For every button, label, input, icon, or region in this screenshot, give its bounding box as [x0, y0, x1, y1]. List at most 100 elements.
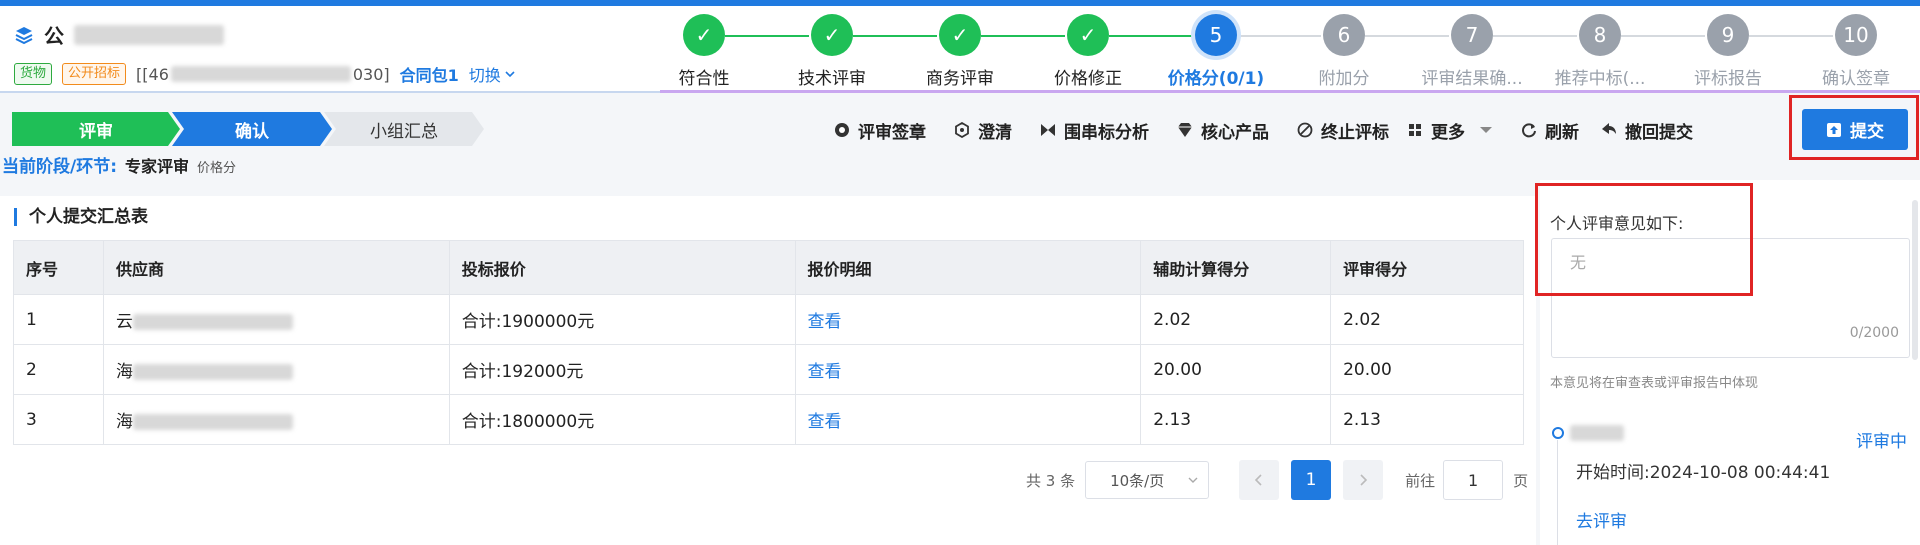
package-name: 合同包1 [399, 66, 459, 85]
col-header-aux-score: 辅助计算得分 [1140, 240, 1332, 295]
cell-no: 1 [13, 294, 104, 345]
step-label: 商务评审 [926, 69, 994, 89]
pagination: 共 3 条 10条/页 1 前往 1 页 [1026, 460, 1528, 500]
step-label: 推荐中标(... [1554, 69, 1646, 89]
section-title: 个人提交汇总表 [14, 208, 148, 226]
current-stage: 当前阶段/环节: 专家评审 价格分 [2, 152, 236, 177]
redacted-supplier [132, 314, 293, 330]
flow-step-summary[interactable]: 小组汇总 [324, 112, 484, 146]
cell-price: 合计:1800000元 [448, 394, 796, 445]
step-recommend-winner[interactable]: 8 推荐中标(... [1536, 14, 1664, 89]
project-title-row: 公 [14, 20, 224, 49]
sign-button[interactable]: 评审签章 [834, 118, 926, 143]
flow-breadcrumb: 评审 确认 小组汇总 [12, 112, 484, 146]
clarify-label: 澄清 [978, 122, 1012, 143]
refresh-label: 刷新 [1545, 122, 1579, 143]
step-business-review[interactable]: ✓ 商务评审 [896, 14, 1024, 89]
step-technical-review[interactable]: ✓ 技术评审 [768, 14, 896, 89]
layers-icon [15, 26, 33, 44]
project-code-suffix: 030] [352, 64, 390, 84]
go-review-link[interactable]: 去评审 [1576, 507, 1627, 532]
reviewer-row [1552, 425, 1624, 441]
chevron-left-icon [1254, 474, 1262, 486]
step-evaluation-report[interactable]: 9 评标报告 [1664, 14, 1792, 89]
check-icon: ✓ [939, 14, 981, 56]
step-number: 6 [1323, 14, 1365, 56]
prev-page-button[interactable] [1239, 460, 1280, 500]
submit-button[interactable]: 提交 [1802, 109, 1908, 150]
redacted-supplier [132, 414, 293, 430]
check-icon: ✓ [811, 14, 853, 56]
stage-value: 专家评审 [125, 157, 190, 176]
page-number-current[interactable]: 1 [1291, 460, 1332, 500]
table-row: 3 海 合计:1800000元 查看 2.13 2.13 [13, 394, 1524, 445]
cell-score: 2.02 [1330, 294, 1524, 345]
stop-circle-icon [1297, 122, 1313, 138]
hexagon-icon [955, 122, 969, 138]
stepper-underline [660, 90, 1920, 93]
project-title: 公 [44, 24, 64, 48]
cell-score: 20.00 [1330, 344, 1524, 395]
cell-no: 2 [13, 344, 104, 395]
redacted-reviewer-name [1570, 425, 1624, 441]
pager-total: 共 3 条 [1026, 471, 1076, 490]
cell-price: 合计:192000元 [448, 344, 796, 395]
tag-goods: 货物 [14, 63, 53, 85]
view-detail-link[interactable]: 查看 [794, 344, 1142, 395]
cell-score: 2.13 [1330, 394, 1524, 445]
switch-package-button[interactable]: 切换 [469, 62, 516, 86]
opinion-hint: 本意见将在审查表或评审报告中体现 [1550, 376, 1759, 391]
step-label: 价格修正 [1054, 69, 1122, 89]
cell-aux-score: 20.00 [1140, 344, 1332, 395]
goto-page-input[interactable]: 1 [1443, 460, 1504, 500]
stage-key: 当前阶段/环节: [2, 157, 118, 177]
progress-stepper: ✓ 符合性 ✓ 技术评审 ✓ 商务评审 ✓ 价格修正 5 价格分(0/1) 6 … [640, 14, 1920, 90]
page-size-select[interactable]: 10条/页 [1085, 461, 1210, 499]
step-label: 符合性 [678, 69, 730, 89]
tag-open-tender: 公开招标 [62, 63, 127, 85]
view-detail-link[interactable]: 查看 [794, 394, 1142, 445]
header-accent-bar [0, 0, 1920, 6]
grid-icon [1409, 124, 1421, 136]
withdraw-button[interactable]: 撤回提交 [1601, 118, 1693, 143]
seal-icon [835, 123, 849, 137]
header-divider [0, 91, 660, 93]
table-row: 2 海 合计:192000元 查看 20.00 20.00 [13, 344, 1524, 395]
step-number: 8 [1579, 14, 1621, 56]
withdraw-label: 撤回提交 [1625, 122, 1693, 143]
col-header-price: 投标报价 [448, 240, 796, 295]
stage-sub: 价格分 [197, 161, 237, 176]
step-result-confirm[interactable]: 7 评审结果确... [1408, 14, 1536, 89]
table-header-row: 序号 供应商 投标报价 报价明细 辅助计算得分 评审得分 [13, 240, 1524, 295]
step-compliance[interactable]: ✓ 符合性 [640, 14, 768, 89]
step-confirm-signature[interactable]: 10 确认签章 [1792, 14, 1920, 89]
timeline-dot [1552, 427, 1564, 439]
project-meta-row: 货物 公开招标 [[46 030] 合同包1 切换 [14, 62, 516, 86]
flow-step-review[interactable]: 评审 [12, 112, 180, 146]
bid-analysis-button[interactable]: 围串标分析 [1040, 118, 1149, 143]
chevron-right-icon [1360, 474, 1368, 486]
col-header-score: 评审得分 [1330, 240, 1524, 295]
redacted-project-name [74, 24, 224, 45]
sign-label: 评审签章 [858, 122, 926, 143]
view-detail-link[interactable]: 查看 [794, 294, 1142, 345]
step-price-score[interactable]: 5 价格分(0/1) [1152, 14, 1280, 89]
panel-scrollbar[interactable] [1912, 200, 1918, 360]
goto-label: 前往 [1405, 471, 1436, 490]
terminate-button[interactable]: 终止评标 [1297, 118, 1389, 143]
step-number: 9 [1707, 14, 1749, 56]
core-product-button[interactable]: 核心产品 [1177, 118, 1269, 143]
next-page-button[interactable] [1343, 460, 1384, 500]
step-label: 确认签章 [1822, 69, 1890, 89]
step-price-correction[interactable]: ✓ 价格修正 [1024, 14, 1152, 89]
step-extra-score[interactable]: 6 附加分 [1280, 14, 1408, 89]
col-header-supplier: 供应商 [102, 240, 450, 295]
timeline-line [1557, 440, 1558, 545]
more-dropdown[interactable]: 更多 [1407, 118, 1493, 143]
refresh-button[interactable]: 刷新 [1521, 118, 1579, 143]
check-icon: ✓ [683, 14, 725, 56]
clarify-button[interactable]: 澄清 [954, 118, 1012, 143]
more-label: 更多 [1431, 122, 1465, 143]
flow-step-confirm[interactable]: 确认 [172, 112, 332, 146]
step-number: 5 [1195, 14, 1237, 56]
